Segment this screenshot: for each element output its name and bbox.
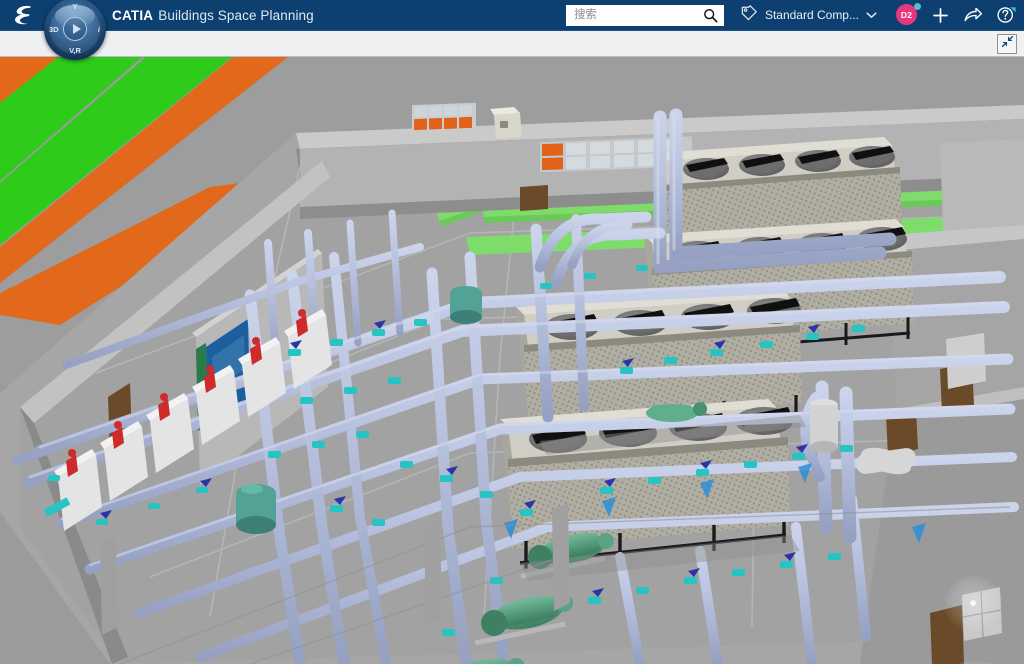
tag-icon (740, 4, 758, 27)
help-button[interactable] (996, 5, 1016, 25)
compass-label-left: 3D (49, 25, 59, 34)
expansion-tank (450, 286, 482, 324)
brand-name: CATIA (112, 7, 154, 23)
3ds-logo[interactable] (6, 0, 46, 30)
expansion-tank (236, 484, 276, 534)
3d-scene-render (0, 57, 1024, 664)
view-navigation-compass[interactable] (944, 576, 1002, 634)
user-avatar[interactable]: D2 (896, 3, 921, 26)
chevron-down-icon[interactable] (866, 6, 877, 24)
search-icon[interactable] (703, 8, 718, 28)
avatar-status-badge (914, 3, 921, 10)
top-header-bar: CATIA Buildings Space Planning 搜索 Standa… (0, 0, 1024, 30)
catia-application-window: CATIA Buildings Space Planning 搜索 Standa… (0, 0, 1024, 664)
application-title: CATIA Buildings Space Planning (112, 8, 314, 23)
collapse-arrows-icon (1001, 35, 1014, 53)
search-box[interactable] (565, 4, 724, 28)
compass-label-bottom: V,R (69, 46, 81, 55)
3d-model-viewport[interactable] (0, 57, 1024, 664)
3d-compass-widget[interactable]: Y 3D i V,R (44, 0, 106, 60)
compass-label-top: Y (72, 2, 78, 11)
collaborative-space-label: Standard Comp... (764, 8, 859, 22)
search-input[interactable] (565, 5, 694, 25)
collapse-panel-button[interactable] (997, 34, 1017, 54)
nav-compass-center-dot (970, 600, 976, 607)
compass-play-button[interactable] (63, 17, 87, 41)
collaborative-space-selector[interactable]: Standard Comp... (740, 4, 877, 27)
app-name: Buildings Space Planning (158, 7, 314, 23)
add-button[interactable] (931, 6, 950, 25)
play-triangle-icon (72, 24, 81, 34)
header-right-group: Standard Comp... D2 (565, 0, 1024, 30)
share-button[interactable] (963, 6, 983, 24)
vertical-tank (810, 399, 838, 453)
secondary-toolbar (0, 30, 1024, 57)
compass-label-right: i (97, 25, 100, 34)
